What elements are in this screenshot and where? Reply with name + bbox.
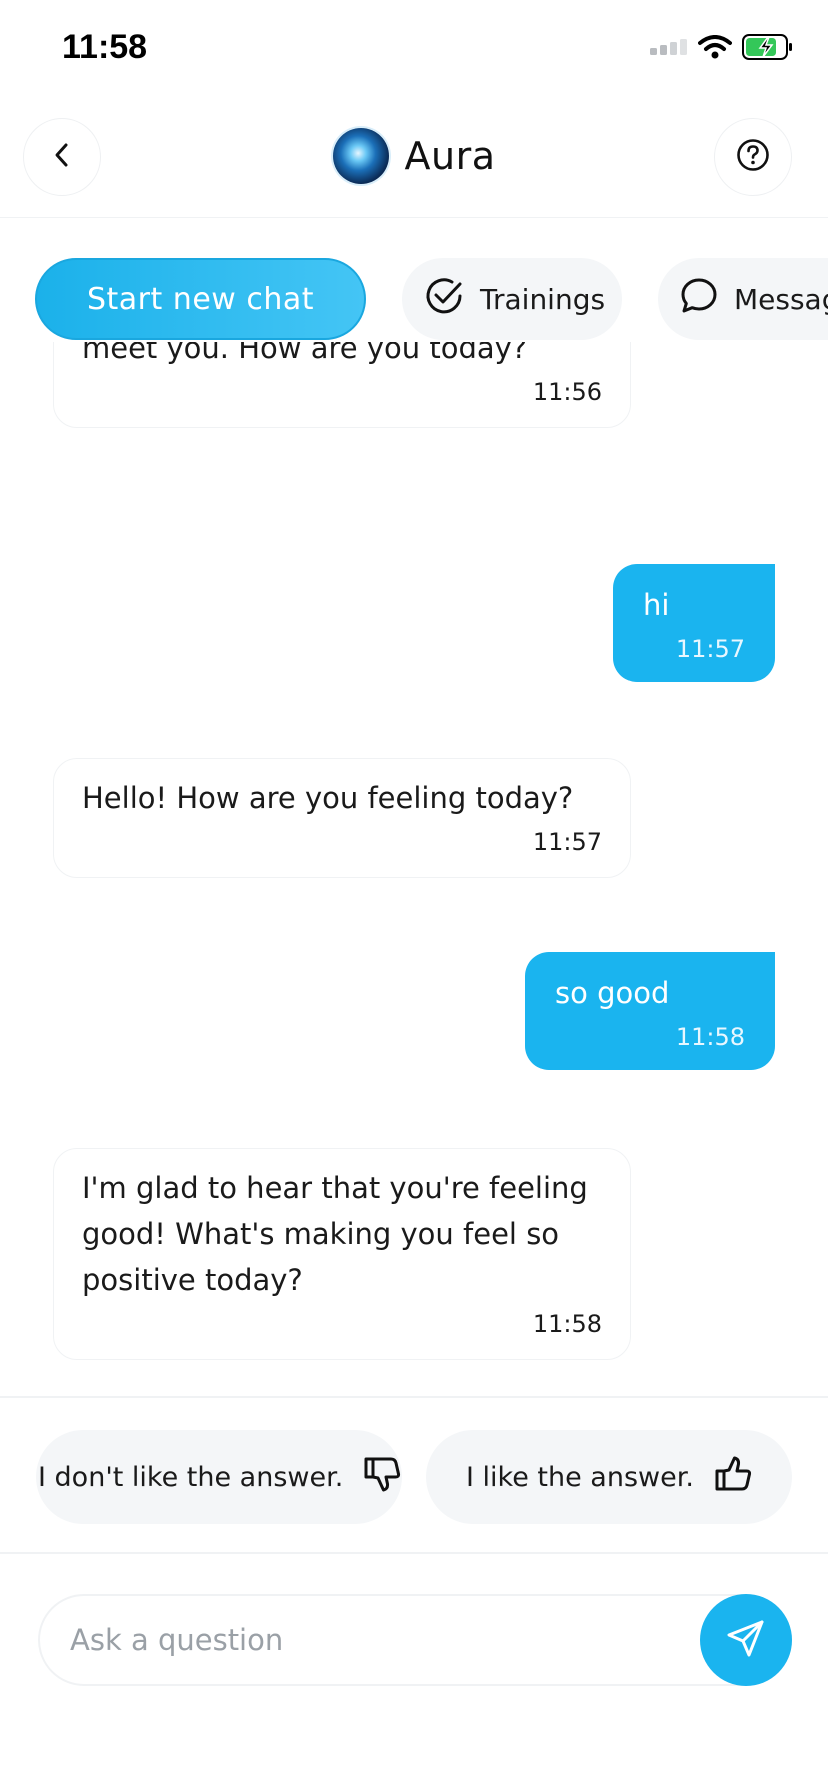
trainings-label: Trainings (480, 282, 606, 316)
start-new-chat-button[interactable]: Start new chat (35, 258, 366, 340)
cellular-signal-icon (650, 39, 688, 59)
message-text: meet you. How are you today? (82, 342, 528, 365)
like-label: I like the answer. (466, 1461, 694, 1493)
page-title: Aura (404, 134, 496, 178)
message-time: 11:57 (675, 635, 745, 663)
status-icons (650, 34, 794, 64)
send-button[interactable] (700, 1594, 792, 1686)
wifi-icon (698, 35, 732, 63)
user-message: hi 11:57 (613, 564, 775, 682)
message-composer (38, 1594, 792, 1686)
message-text: hi (643, 588, 670, 622)
paper-plane-icon (724, 1616, 768, 1664)
thumbs-up-icon (712, 1453, 754, 1502)
messages-chip[interactable]: Messages (658, 258, 828, 340)
chat-bubble-icon (678, 275, 720, 324)
assistant-identity: Aura (0, 128, 828, 184)
assistant-avatar (332, 128, 389, 184)
chat-header: Aura (0, 100, 828, 218)
message-time: 11:58 (532, 1310, 602, 1338)
like-answer-button[interactable]: I like the answer. (426, 1430, 792, 1524)
status-bar: 11:58 (0, 0, 828, 100)
message-text: so good (555, 976, 670, 1010)
thumbs-down-icon (361, 1453, 403, 1502)
question-input[interactable] (70, 1596, 690, 1684)
question-circle-icon (736, 138, 770, 176)
message-list[interactable]: meet you. How are you today? 11:56 hi 11… (0, 342, 828, 1396)
bot-message: I'm glad to hear that you're feeling goo… (53, 1148, 631, 1360)
help-button[interactable] (714, 118, 792, 196)
user-message: so good 11:58 (525, 952, 775, 1070)
message-text: Hello! How are you feeling today? (82, 781, 574, 815)
start-new-chat-label: Start new chat (86, 281, 315, 317)
feedback-bar: I don't like the answer. I like the answ… (0, 1396, 828, 1554)
bot-message: Hello! How are you feeling today? 11:57 (53, 758, 631, 878)
message-time: 11:57 (532, 828, 602, 856)
messages-label: Messages (734, 282, 828, 316)
message-time: 11:58 (675, 1023, 745, 1051)
dislike-answer-button[interactable]: I don't like the answer. (36, 1430, 402, 1524)
message-time: 11:56 (532, 378, 602, 406)
battery-icon (742, 34, 794, 64)
dislike-label: I don't like the answer. (38, 1461, 344, 1493)
message-text: I'm glad to hear that you're feeling goo… (82, 1171, 588, 1297)
status-time: 11:58 (62, 28, 148, 66)
trainings-chip[interactable]: Trainings (402, 258, 622, 340)
bot-message: meet you. How are you today? 11:56 (53, 342, 631, 428)
check-circle-icon (422, 274, 466, 325)
action-chips: Start new chat Trainings Messages (0, 258, 828, 342)
